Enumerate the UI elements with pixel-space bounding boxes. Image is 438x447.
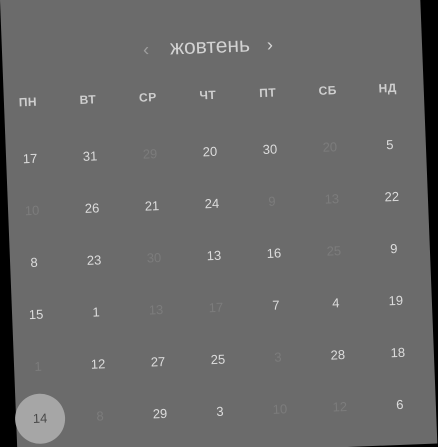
calendar-day[interactable]: 21 [135,196,170,217]
calendar-day[interactable]: 17 [199,297,234,318]
calendar-day[interactable]: 13 [139,300,174,321]
chevron-right-icon[interactable]: › [261,32,278,57]
calendar-day[interactable]: 18 [380,342,415,363]
calendar-day[interactable]: 29 [143,404,178,425]
calendar-day[interactable]: 25 [317,241,352,262]
calendar-day[interactable]: 1 [21,356,56,377]
calendar-panel: ‹ жовтень › ПН ВТ СР ЧТ ПТ СБ НД 17 31 29 20 30 20 5… [0,0,438,447]
calendar-day[interactable]: 28 [321,345,356,366]
weekday-label: ЧТ [199,87,217,103]
weekday-label: НД [378,80,398,96]
weekday-label: ПТ [259,85,277,101]
calendar-day-selected[interactable]: 14 [23,408,58,429]
weekday-label: ПН [18,94,38,110]
calendar-day[interactable]: 25 [201,349,236,370]
calendar-day[interactable]: 17 [13,148,48,169]
calendar-day[interactable]: 8 [83,406,118,427]
calendar-day[interactable]: 30 [137,248,172,269]
calendar-day[interactable]: 5 [372,134,407,155]
month-title: жовтень [169,33,251,60]
calendar-day[interactable]: 27 [141,352,176,373]
calendar-day[interactable]: 23 [77,250,112,271]
calendar-day[interactable]: 9 [376,238,411,259]
month-header: ‹ жовтень › [138,32,289,62]
calendar-day[interactable]: 1 [79,302,114,323]
calendar-day[interactable]: 3 [203,401,238,422]
calendar-day[interactable]: 22 [374,186,409,207]
calendar-day[interactable]: 13 [315,189,350,210]
screen: ‹ жовтень › ПН ВТ СР ЧТ ПТ СБ НД 17 31 29 20 30 20 5… [0,0,438,447]
calendar-day[interactable]: 31 [73,146,108,167]
calendar-day[interactable]: 4 [319,293,354,314]
calendar-day[interactable]: 19 [378,290,413,311]
weekday-label: ВТ [79,92,97,108]
calendar-day[interactable]: 9 [255,191,290,212]
calendar-day[interactable]: 30 [253,139,288,160]
calendar-day[interactable]: 24 [195,193,230,214]
calendar-day[interactable]: 7 [259,295,294,316]
calendar-day[interactable]: 3 [261,347,296,368]
weekday-label: СБ [318,83,338,98]
calendar-day[interactable]: 10 [15,200,50,221]
calendar-day[interactable]: 29 [133,144,168,165]
calendar-day[interactable]: 8 [17,252,52,273]
calendar-day[interactable]: 13 [197,245,232,266]
calendar-day[interactable]: 12 [81,354,116,375]
chevron-left-icon[interactable]: ‹ [138,37,155,62]
calendar-day[interactable]: 6 [382,394,417,415]
calendar-day[interactable]: 16 [257,243,292,264]
calendar-day[interactable]: 20 [313,137,348,158]
calendar-day[interactable]: 12 [323,397,358,418]
weekday-label: СР [138,90,157,105]
calendar-day[interactable]: 15 [19,304,54,325]
calendar-day[interactable]: 26 [75,198,110,219]
calendar-day[interactable]: 10 [263,399,298,420]
calendar-day[interactable]: 20 [193,141,228,162]
